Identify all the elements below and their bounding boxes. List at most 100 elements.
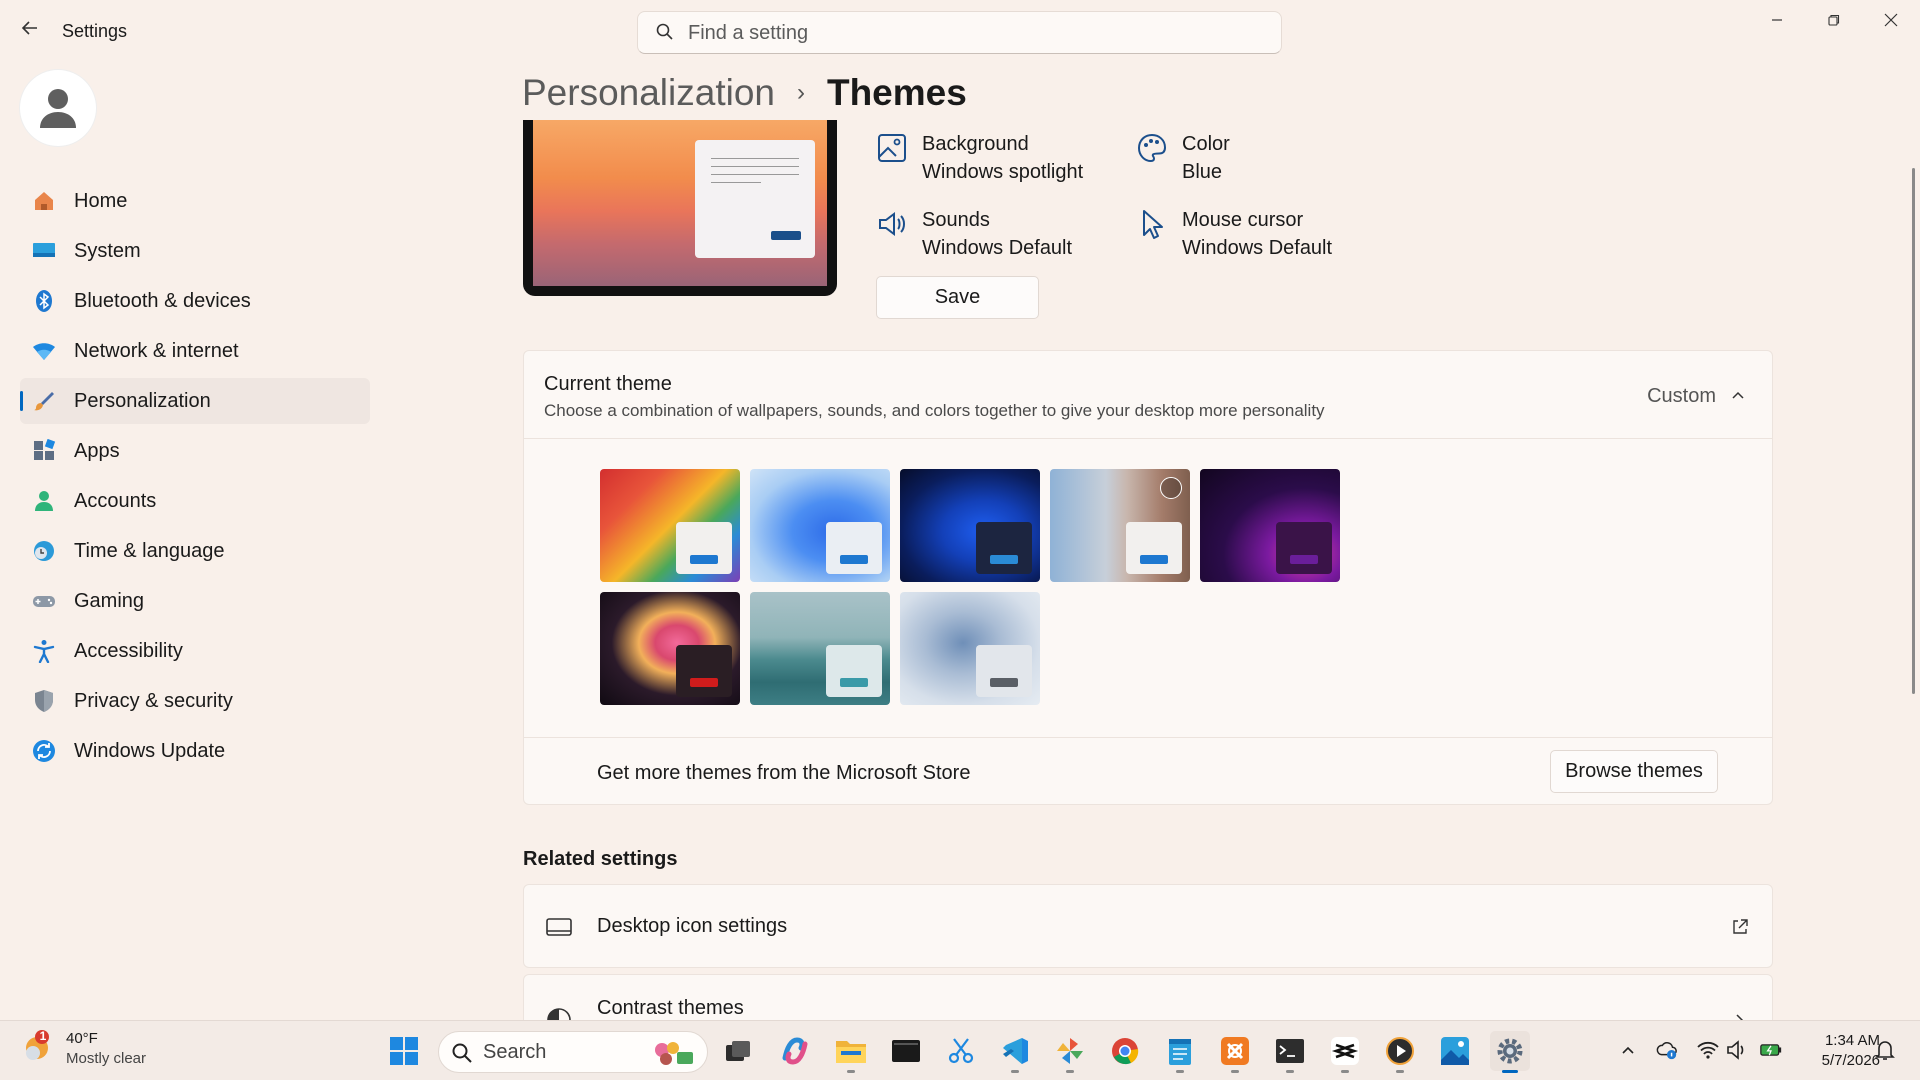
accessibility-icon [32,639,56,663]
sidebar-item-apps[interactable]: Apps [20,428,370,474]
taskbar-app-colorful[interactable] [1050,1031,1090,1073]
taskbar-app-settings[interactable] [1490,1031,1530,1073]
related-settings-title: Related settings [523,848,678,870]
theme-thumbnail[interactable] [1050,469,1190,582]
taskbar-app-media-player[interactable] [1380,1031,1420,1073]
preview-window [695,140,815,258]
sidebar-item-gaming[interactable]: Gaming [20,578,370,624]
cloud-info-icon [1656,1042,1677,1060]
chevron-up-icon[interactable] [1730,387,1746,403]
current-theme-header[interactable]: Current theme Choose a combination of wa… [524,351,1772,439]
sidebar-item-label: Time & language [74,539,225,562]
theme-thumbnail[interactable] [1200,469,1340,582]
current-theme-card: Current theme Choose a combination of wa… [523,350,1773,805]
user-avatar[interactable] [20,70,96,146]
desktop-icon-settings-label: Desktop icon settings [597,915,788,937]
taskbar-app-photos[interactable] [1435,1031,1475,1071]
taskbar-app-media[interactable] [886,1031,926,1071]
mouse-cursor-setting[interactable]: Mouse cursor Windows Default [1136,206,1332,262]
sounds-value: Windows Default [922,237,1073,259]
theme-thumbnail[interactable] [750,469,890,582]
sidebar-item-accessibility[interactable]: Accessibility [20,628,370,674]
system-icon [32,239,56,263]
desktop-icon-settings-row[interactable]: Desktop icon settings [523,884,1773,968]
taskbar-app-chrome[interactable] [1105,1031,1145,1071]
theme-gallery [600,469,1360,705]
close-button[interactable] [1868,6,1914,34]
app-title: Settings [62,21,128,41]
wifi-tray-button[interactable] [1697,1039,1719,1061]
sidebar-item-system[interactable]: System [20,228,370,274]
sidebar-item-personalization[interactable]: Personalization [20,378,370,424]
browse-themes-button[interactable]: Browse themes [1550,750,1718,793]
save-button[interactable]: Save [876,276,1039,319]
background-setting[interactable]: Background Windows spotlight [876,130,1083,186]
sidebar-item-windows-update[interactable]: Windows Update [20,728,370,774]
theme-thumbnail[interactable] [900,469,1040,582]
breadcrumb-parent[interactable]: Personalization [522,72,775,114]
back-button[interactable] [18,18,42,42]
sidebar-item-label: Accessibility [74,639,183,662]
sounds-setting[interactable]: Sounds Windows Default [876,206,1072,262]
clock-time: 1:34 AM [1824,1032,1880,1049]
settings-search-box[interactable] [637,11,1282,54]
sidebar-item-home[interactable]: Home [20,178,370,224]
taskbar-app-vscode[interactable] [995,1031,1035,1073]
color-label: Color [1182,133,1230,155]
sidebar-item-bluetooth[interactable]: Bluetooth & devices [20,278,370,324]
search-input[interactable] [688,20,1258,46]
chrome-icon [1112,1038,1139,1065]
sidebar-item-network[interactable]: Network & internet [20,328,370,374]
taskbar-clock[interactable]: 1:34 AM 5/7/2026 [1800,1031,1880,1071]
theme-thumbnail[interactable] [600,469,740,582]
taskbar-search[interactable]: Search [438,1031,708,1073]
volume-tray-button[interactable] [1726,1039,1748,1061]
onedrive-tray-button[interactable] [1656,1039,1678,1061]
notepad-icon [1169,1039,1191,1065]
task-view-button[interactable] [718,1031,758,1071]
sidebar-item-label: Personalization [74,389,211,412]
battery-tray-button[interactable] [1760,1039,1782,1061]
weather-icon: 1 [22,1029,56,1063]
wifi-icon [32,339,56,363]
theme-thumbnail[interactable] [900,592,1040,705]
sidebar-item-label: System [74,239,141,262]
scrollbar[interactable] [1912,168,1915,694]
taskbar-app-file-explorer[interactable] [831,1031,871,1073]
speaker-icon [879,212,905,236]
store-text: Get more themes from the Microsoft Store [597,762,971,784]
taskbar-app-snipping-tool[interactable] [941,1031,981,1071]
taskbar-app-xampp[interactable] [1215,1031,1255,1073]
pinwheel-icon [1057,1038,1083,1064]
taskbar-app-copilot[interactable] [775,1031,815,1071]
gamepad-icon [32,589,56,613]
taskbar-app-notepad[interactable] [1160,1031,1200,1073]
page-title: Themes [826,72,967,113]
current-theme-title: Current theme [544,373,672,395]
restore-button[interactable] [1811,6,1857,34]
theme-thumbnail[interactable] [750,592,890,705]
folder-icon [836,1041,866,1063]
terminal-icon [1276,1039,1304,1063]
sidebar-item-time-language[interactable]: Time & language [20,528,370,574]
update-icon [32,739,56,763]
minimize-button[interactable] [1754,6,1800,34]
sidebar-item-accounts[interactable]: Accounts [20,478,370,524]
capcut-icon [1331,1037,1359,1065]
back-arrow-icon [21,21,37,35]
start-button[interactable] [384,1031,424,1071]
sidebar-item-label: Gaming [74,589,145,612]
sidebar-item-privacy[interactable]: Privacy & security [20,678,370,724]
monitor-icon [546,918,572,936]
color-setting[interactable]: Color Blue [1136,130,1230,186]
theme-thumbnail[interactable] [600,592,740,705]
show-hidden-icons-button[interactable] [1617,1039,1639,1061]
notifications-button[interactable] [1874,1039,1896,1061]
weather-widget[interactable]: 1 40°F Mostly clear [22,1029,146,1069]
taskbar-app-terminal[interactable] [1270,1031,1310,1073]
taskbar-search-label: Search [483,1041,547,1063]
cursor-icon [1143,210,1163,239]
battery-charging-icon [1760,1044,1782,1056]
taskbar-app-capcut[interactable] [1325,1031,1365,1073]
restore-icon [1828,14,1840,26]
